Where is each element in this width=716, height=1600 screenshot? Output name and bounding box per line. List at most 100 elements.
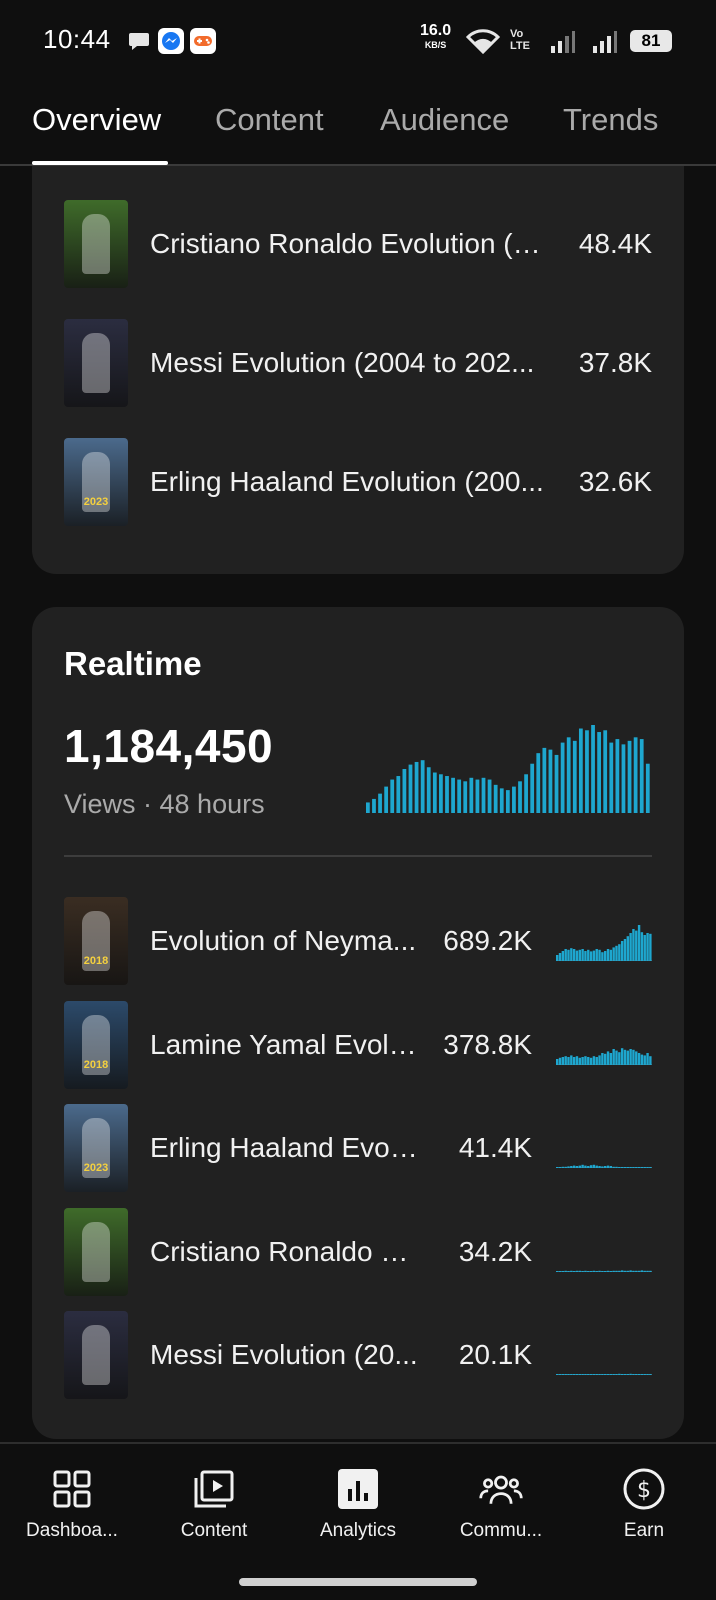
sparkline-bar	[575, 1056, 579, 1065]
video-title: Messi Evolution (20...	[150, 1339, 418, 1370]
sparkline-bar	[643, 1374, 646, 1375]
sparkline-bar	[629, 1167, 632, 1168]
nav-label: Commu...	[459, 1520, 543, 1541]
sparkline-bar	[637, 925, 641, 961]
sparkline-bar	[620, 941, 624, 961]
sparkline-bar	[581, 1271, 584, 1272]
realtime-bar	[505, 790, 510, 813]
sparkline-bar	[632, 1270, 635, 1272]
realtime-bar	[560, 742, 565, 813]
realtime-bar	[378, 793, 382, 813]
realtime-bar	[463, 781, 468, 813]
sparkline-bar	[589, 951, 593, 961]
sparkline-bar	[578, 1270, 581, 1272]
sparkline-bar	[575, 950, 579, 961]
sparkline-bar	[561, 1057, 565, 1065]
sparkline-bar	[595, 1165, 598, 1168]
nav-label: Analytics	[319, 1520, 397, 1541]
list-item[interactable]: Cristiano Ronaldo E... 34.2K	[64, 1208, 652, 1296]
sparkline-bar	[584, 1165, 587, 1168]
list-item[interactable]: 2023 Erling Haaland Evol... 41.4K	[64, 1104, 652, 1192]
realtime-card: Realtime 1,184,450 Views · 48 hours 2018…	[32, 607, 684, 1439]
sparkline-bar	[589, 1271, 593, 1272]
sparkline-bar	[572, 1057, 576, 1065]
sparkline-bar	[640, 1270, 644, 1272]
sparkline-bar	[646, 1167, 649, 1168]
sparkline-bar	[584, 951, 587, 961]
realtime-bar	[475, 779, 480, 813]
sparkline-bar	[623, 1167, 627, 1168]
tab-overview[interactable]: Overview	[32, 102, 161, 138]
sparkline-bar	[604, 951, 607, 961]
sparkline-bar	[604, 1166, 607, 1168]
sparkline-bar	[637, 1053, 641, 1065]
nav-content[interactable]: Content	[144, 1454, 284, 1542]
realtime-bar	[372, 798, 376, 813]
sparkline-bar	[612, 1374, 615, 1375]
video-title: Erling Haaland Evolution (200...	[150, 466, 544, 497]
sparkline-bar	[598, 1374, 601, 1375]
video-views: 689.2K	[443, 925, 532, 956]
sparkline-bar	[587, 1057, 590, 1065]
tab-audience[interactable]: Audience	[380, 102, 509, 138]
sparkline-bar	[620, 1270, 624, 1272]
sparkline-bar	[558, 1057, 562, 1065]
sparkline-bar	[570, 948, 573, 961]
status-time: 10:44	[43, 24, 111, 54]
signal-icon	[550, 30, 576, 59]
list-item[interactable]: 2018 Evolution of Neyma... 689.2K	[64, 897, 652, 985]
realtime-bar	[536, 753, 541, 813]
video-views: 37.8K	[578, 347, 652, 378]
video-thumbnail: 2023	[64, 1104, 128, 1192]
sparkline	[556, 1270, 652, 1272]
sparkline-bar	[646, 1053, 649, 1065]
nav-community[interactable]: Commu...	[431, 1454, 571, 1542]
tab-trends[interactable]: Trends	[563, 102, 658, 138]
video-title: Messi Evolution (2004 to 202...	[150, 347, 535, 378]
video-thumbnail	[64, 200, 128, 288]
sparkline-bar	[606, 1051, 610, 1065]
sparkline-bar	[558, 1167, 562, 1168]
sparkline-bar	[558, 1374, 562, 1375]
realtime-bar	[633, 737, 638, 813]
sparkline-bar	[561, 1271, 565, 1272]
sparkline-bar	[620, 1167, 624, 1168]
sparkline-bar	[609, 1374, 613, 1375]
tab-content[interactable]: Content	[215, 102, 324, 138]
realtime-bar	[366, 802, 370, 813]
sparkline-bar	[601, 952, 604, 961]
list-item[interactable]: Messi Evolution (20... 20.1K	[64, 1311, 652, 1399]
sparkline-bar	[564, 1270, 567, 1272]
sparkline-bar	[604, 1271, 607, 1272]
sparkline-bar	[618, 1167, 621, 1168]
realtime-bar	[621, 744, 626, 813]
sparkline-bar	[640, 1054, 644, 1065]
divider	[64, 855, 652, 857]
sparkline-bar	[640, 1374, 644, 1375]
sparkline-bar	[598, 1270, 601, 1272]
signal-icon	[592, 30, 618, 59]
sparkline-bar	[592, 1056, 596, 1065]
sparkline-bar	[601, 1166, 604, 1168]
sparkline-bar	[615, 1270, 618, 1272]
sparkline-bar	[612, 947, 615, 961]
nav-analytics[interactable]: Analytics	[288, 1454, 428, 1542]
sparkline-bar	[567, 1166, 570, 1168]
sparkline-bar	[556, 1271, 559, 1272]
analytics-tabs: Overview Content Audience Trends	[0, 92, 716, 166]
realtime-bar-chart	[366, 725, 650, 813]
nav-earn[interactable]: $ Earn	[574, 1454, 714, 1542]
sparkline-bar	[592, 1164, 596, 1168]
nav-dashboard[interactable]: Dashboa...	[2, 1454, 142, 1542]
list-item[interactable]: 2023 Erling Haaland Evolution (200... 32…	[64, 438, 652, 526]
nav-label: Content	[180, 1520, 248, 1541]
realtime-bar	[499, 788, 504, 813]
home-indicator[interactable]	[239, 1578, 477, 1586]
list-item[interactable]: Messi Evolution (2004 to 202... 37.8K	[64, 319, 652, 407]
sparkline-bar	[606, 1374, 610, 1375]
list-item[interactable]: 2018 Lamine Yamal Evolu... 378.8K	[64, 1001, 652, 1089]
sparkline-bar	[649, 1167, 652, 1168]
sparkline-bar	[626, 936, 629, 961]
sparkline-bar	[561, 1166, 565, 1168]
list-item[interactable]: Cristiano Ronaldo Evolution (1... 48.4K	[64, 200, 652, 288]
